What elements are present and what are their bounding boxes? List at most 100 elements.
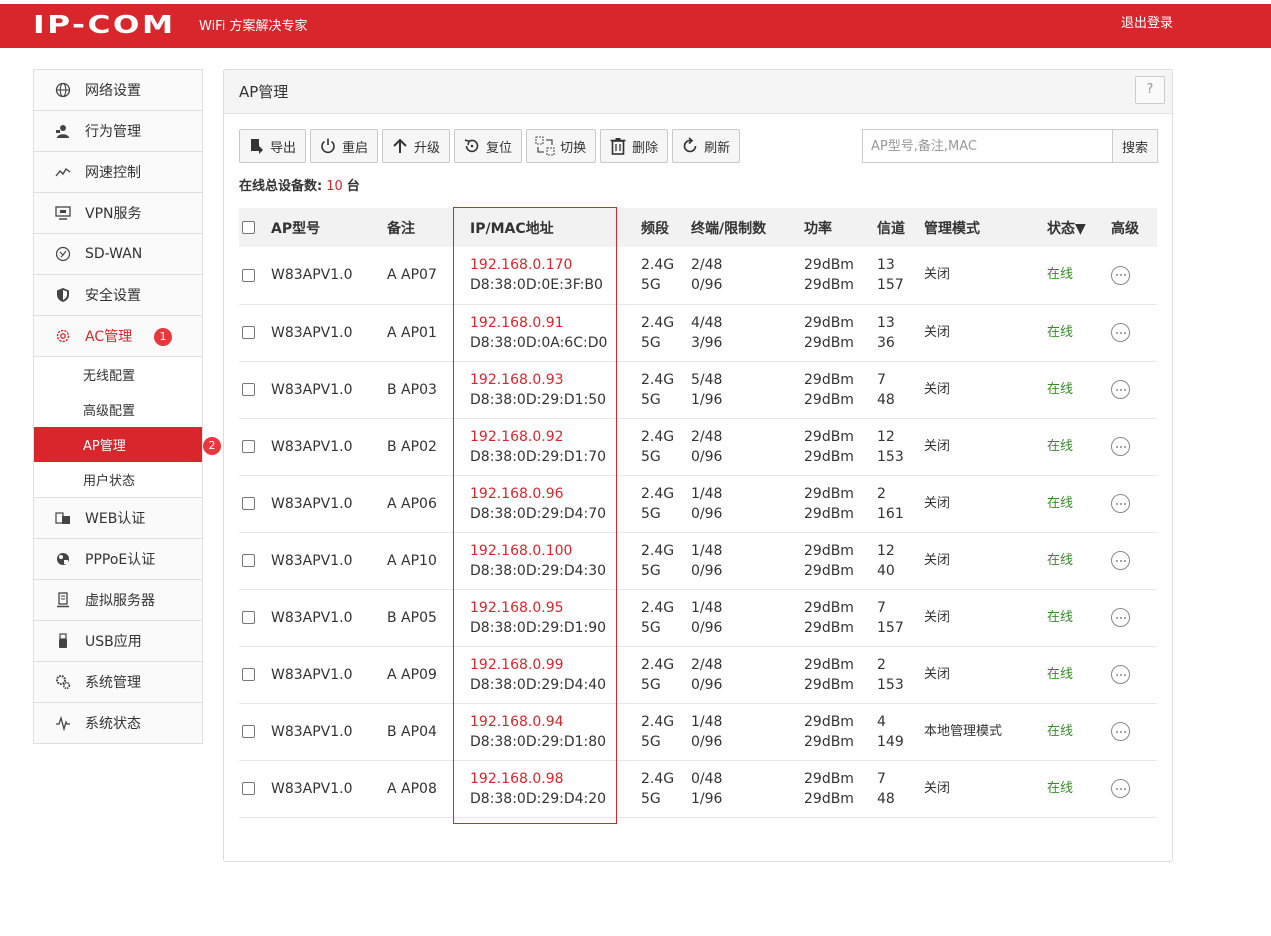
cell-status: 在线: [1047, 552, 1074, 568]
logout-link[interactable]: 退出登录: [1121, 15, 1173, 33]
sidebar-item-label: WEB认证: [85, 511, 146, 527]
more-options-icon[interactable]: [1111, 494, 1130, 513]
cell-channel: 13 36: [877, 304, 924, 361]
cell-power-24: 29dBm: [804, 257, 854, 274]
sidebar-item-system-status[interactable]: 系统状态: [34, 703, 202, 744]
col-header-status[interactable]: 状态▼: [1047, 208, 1111, 247]
more-options-icon[interactable]: [1111, 608, 1130, 627]
cell-power-24: 29dBm: [804, 656, 854, 673]
more-options-icon[interactable]: [1111, 665, 1130, 684]
reset-button[interactable]: 复位: [454, 129, 523, 163]
pulse-icon: [54, 714, 72, 732]
shield-icon: [54, 286, 72, 304]
cell-model: W83APV1.0: [271, 381, 353, 398]
more-options-icon[interactable]: [1111, 437, 1130, 456]
sidebar-item-speed[interactable]: 网速控制: [34, 152, 202, 193]
more-options-icon[interactable]: [1111, 380, 1130, 399]
cell-power-24: 29dBm: [804, 428, 854, 445]
cell-band: 2.4G 5G: [641, 760, 691, 817]
sidebar-item-security[interactable]: 安全设置: [34, 275, 202, 316]
cell-band: 2.4G 5G: [641, 304, 691, 361]
row-checkbox[interactable]: [242, 268, 255, 282]
select-all-checkbox[interactable]: [242, 221, 255, 234]
cell-note: B AP04: [387, 723, 437, 740]
ap-table: AP型号 备注 IP/MAC地址 频段 终端/限制数 功率 信道 管理模式 状态…: [239, 208, 1157, 818]
cell-power: 29dBm 29dBm: [804, 475, 877, 532]
cell-terminals-24: 5/48: [691, 371, 723, 388]
submenu-item-wireless[interactable]: 无线配置: [34, 357, 202, 392]
upgrade-button[interactable]: 升级: [382, 129, 451, 163]
more-options-icon[interactable]: [1111, 722, 1130, 741]
cell-mode: 关闭: [924, 324, 951, 340]
cell-power: 29dBm 29dBm: [804, 646, 877, 703]
more-options-icon[interactable]: [1111, 551, 1130, 570]
cell-ip: 192.168.0.93: [470, 371, 564, 388]
refresh-button[interactable]: 刷新: [672, 129, 741, 163]
row-checkbox[interactable]: [242, 611, 255, 624]
cell-ip: 192.168.0.95: [470, 599, 564, 616]
cell-power: 29dBm 29dBm: [804, 760, 877, 817]
sidebar-item-label: SD-WAN: [85, 246, 143, 262]
sidebar-item-network[interactable]: 网络设置: [34, 70, 202, 111]
cell-power-5: 29dBm: [804, 562, 854, 579]
submenu-item-ap-manage[interactable]: AP管理: [34, 427, 202, 462]
cell-mac: D8:38:0D:0E:3F:B0: [470, 277, 603, 294]
search-input[interactable]: [862, 129, 1112, 163]
sidebar-item-virtual-server[interactable]: 虚拟服务器: [34, 580, 202, 621]
cell-channel-5: 157: [877, 277, 904, 294]
cell-terminals-5: 0/96: [691, 676, 723, 693]
sidebar-item-behavior[interactable]: 行为管理: [34, 111, 202, 152]
power-icon: [321, 138, 335, 154]
usb-icon: [54, 632, 72, 650]
more-options-icon[interactable]: [1111, 779, 1130, 798]
row-checkbox[interactable]: [242, 554, 255, 567]
cell-status: 在线: [1047, 324, 1074, 340]
row-checkbox[interactable]: [242, 725, 255, 738]
search-button[interactable]: 搜索: [1112, 129, 1158, 163]
more-options-icon[interactable]: [1111, 323, 1130, 342]
sidebar-item-system-manage[interactable]: 系统管理: [34, 662, 202, 703]
delete-button[interactable]: 删除: [600, 129, 669, 163]
more-options-icon[interactable]: [1111, 265, 1130, 285]
table-row: W83APV1.0 A AP09 192.168.0.99 D8:38:0D:29:D…: [239, 646, 1157, 703]
cell-power-5: 29dBm: [804, 733, 854, 750]
cell-ip-mac: 192.168.0.170 D8:38:0D:0E:3F:B0: [462, 247, 641, 304]
sidebar-item-pppoe[interactable]: PPPoE认证: [34, 539, 202, 580]
cell-status: 在线: [1047, 381, 1074, 397]
table-row: W83APV1.0 A AP10 192.168.0.100 D8:38:0D:29:…: [239, 532, 1157, 589]
button-label: 切换: [560, 140, 587, 156]
cell-band-24: 2.4G: [641, 599, 675, 616]
submenu-item-user-status[interactable]: 用户状态: [34, 462, 202, 497]
cell-model: W83APV1.0: [271, 267, 353, 284]
cell-note: B AP02: [387, 438, 437, 455]
sidebar-item-vpn[interactable]: VPN服务: [34, 193, 202, 234]
col-header-power: 功率: [804, 220, 832, 237]
cell-mac: D8:38:0D:29:D4:70: [470, 505, 607, 522]
sidebar-item-usb[interactable]: USB应用: [34, 621, 202, 662]
cell-power: 29dBm 29dBm: [804, 304, 877, 361]
sidebar: 网络设置 行为管理 网速控制 VPN服务 SD-WAN 安全设置 AC管理 1 …: [33, 69, 203, 744]
row-checkbox[interactable]: [242, 326, 255, 339]
cell-power: 29dBm 29dBm: [804, 589, 877, 646]
restart-button[interactable]: 重启: [310, 129, 379, 163]
col-header-model: AP型号: [271, 220, 321, 237]
sidebar-item-web-auth[interactable]: WEB认证: [34, 498, 202, 539]
row-checkbox[interactable]: [242, 782, 255, 795]
cell-mac: D8:38:0D:29:D1:70: [470, 448, 607, 465]
cell-terminals-24: 1/48: [691, 485, 723, 502]
row-checkbox[interactable]: [242, 383, 255, 396]
sidebar-item-sdwan[interactable]: SD-WAN: [34, 234, 202, 275]
submenu-item-advanced[interactable]: 高级配置: [34, 392, 202, 427]
switch-button[interactable]: 切换: [526, 129, 597, 163]
sidebar-item-ac[interactable]: AC管理 1: [34, 316, 202, 357]
reset-icon: [464, 139, 479, 153]
export-button[interactable]: 导出: [239, 129, 307, 163]
help-button[interactable]: ?: [1135, 76, 1165, 104]
switch-icon: [535, 136, 555, 156]
row-checkbox[interactable]: [242, 440, 255, 453]
row-checkbox[interactable]: [242, 668, 255, 681]
button-label: 重启: [342, 140, 369, 156]
row-checkbox[interactable]: [242, 497, 255, 510]
cell-band-5: 5G: [641, 790, 661, 807]
submenu-label: 无线配置: [83, 369, 136, 384]
